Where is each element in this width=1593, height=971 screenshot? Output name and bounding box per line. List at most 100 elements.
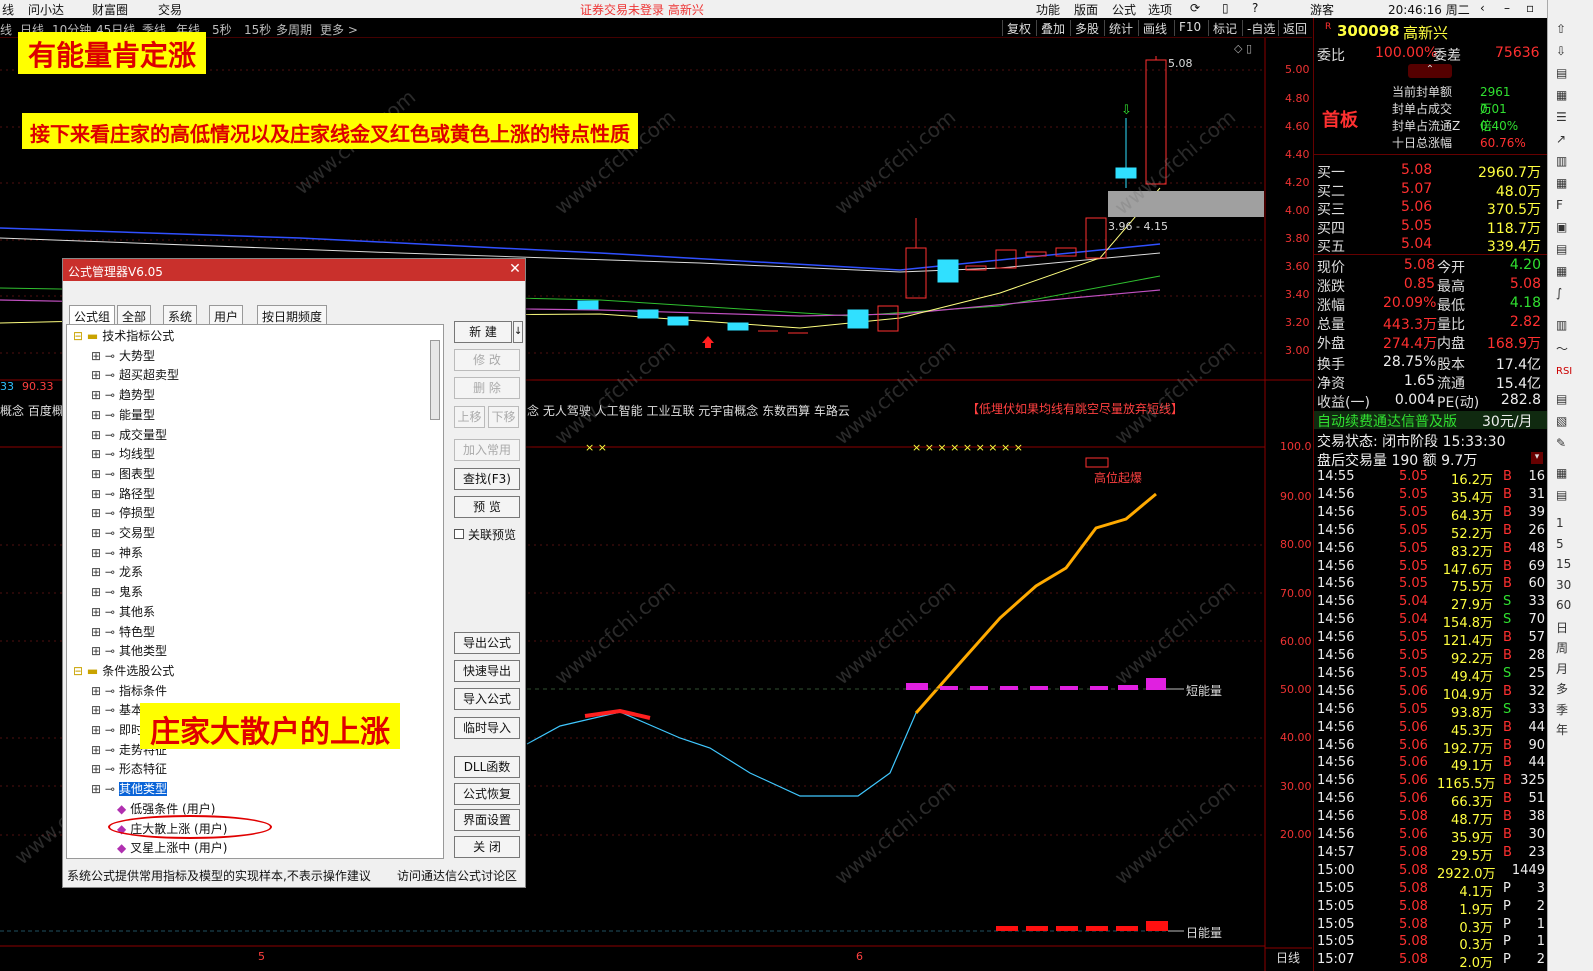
move-up-button[interactable]: 上移 — [454, 406, 485, 428]
stock-code[interactable]: 300098 — [1337, 22, 1400, 40]
side-period-button[interactable]: 日 — [1556, 619, 1568, 636]
tree-node[interactable]: ⊞ ⊸ 超买超卖型 — [91, 366, 179, 384]
tree-node[interactable]: ⊞ ⊸ 能量型 — [91, 406, 155, 424]
bid-row[interactable]: 买三 5.06 370.5万 — [1317, 199, 1545, 218]
bid-row[interactable]: 买二 5.07 48.0万 — [1317, 181, 1545, 200]
trend-icon[interactable]: ↗ — [1556, 132, 1566, 146]
expand-icon[interactable]: ⌃ — [1408, 64, 1452, 78]
tree-node[interactable]: ⊞ ⊸ 即时 — [91, 721, 143, 739]
tree-node[interactable]: ⊞ ⊸ 指标条件 — [91, 682, 167, 700]
login-notice[interactable]: 证券交易未登录 高新兴 — [580, 1, 704, 18]
side-period-button[interactable]: 多 — [1556, 680, 1568, 697]
tree-node[interactable]: ⊞ ⊸ 趋势型 — [91, 386, 155, 404]
menu-item[interactable]: 交易 — [158, 1, 182, 18]
up-arrow-icon[interactable]: ⇧ — [1556, 22, 1566, 36]
phone-icon[interactable]: ▯ — [1222, 1, 1229, 15]
tab-all[interactable]: 全部 — [117, 305, 152, 325]
quick-export-button[interactable]: 快速导出 — [454, 660, 520, 682]
tree-node[interactable]: ⊟ ▬ 条件选股公式 — [73, 662, 174, 680]
tool-button[interactable]: 标记 — [1208, 20, 1241, 36]
tree-node[interactable]: ⊞ ⊸ 神系 — [91, 544, 143, 562]
f10-icon[interactable]: F — [1556, 198, 1563, 212]
tree-node[interactable]: ⊞ ⊸ 其他类型 — [91, 642, 167, 660]
side-period-button[interactable]: 月 — [1556, 660, 1568, 677]
close-icon[interactable]: ✕ — [507, 261, 523, 277]
temp-import-button[interactable]: 临时导入 — [454, 717, 520, 739]
bid-row[interactable]: 买一 5.08 2960.7万 — [1317, 162, 1545, 181]
import-button[interactable]: 导入公式 — [454, 688, 520, 710]
side-period-button[interactable]: 30 — [1556, 578, 1571, 592]
find-button[interactable]: 查找(F3) — [454, 468, 520, 490]
ui-settings-button[interactable]: 界面设置 — [454, 809, 520, 831]
kline-icon[interactable]: ▥ — [1556, 318, 1567, 332]
tools-icon[interactable]: ▦ — [1556, 466, 1567, 480]
menu-item[interactable]: 版面 — [1074, 1, 1098, 18]
tree-node[interactable]: ⊞ ⊸ 龙系 — [91, 563, 143, 581]
grid-icon[interactable]: ▦ — [1556, 88, 1567, 102]
restore-button[interactable]: 公式恢复 — [454, 783, 520, 805]
menu-item[interactable]: 功能 — [1036, 1, 1060, 18]
tab-user[interactable]: 用户 — [209, 305, 244, 325]
new-dropdown-icon[interactable]: ↓ — [513, 321, 523, 343]
tree-node[interactable]: ⊞ ⊸ 大势型 — [91, 347, 155, 365]
menu-item[interactable]: 问小达 — [28, 1, 64, 18]
info-icon[interactable]: ▣ — [1556, 220, 1567, 234]
tick-list[interactable]: 14:55 5.05 16.2万 B 16 14:56 5.05 35.4万 B 31 14:56 5… — [1314, 469, 1547, 969]
tree-node[interactable]: ⊞ ⊸ 形态特征 — [91, 760, 167, 778]
period-item[interactable]: 线 — [0, 21, 12, 38]
side-period-button[interactable]: 季 — [1556, 701, 1568, 718]
collapse-icon[interactable]: ▾ — [1531, 452, 1543, 464]
export-icon[interactable]: ▤ — [1556, 488, 1567, 502]
side-period-button[interactable]: 1 — [1556, 516, 1564, 530]
forum-link[interactable]: 访问通达信公式讨论区 — [397, 867, 517, 884]
bid-row[interactable]: 买五 5.04 339.4万 — [1317, 236, 1545, 255]
back-icon[interactable]: ‹ — [1480, 1, 1485, 15]
side-period-button[interactable]: 周 — [1556, 639, 1568, 656]
bar-icon[interactable]: ▥ — [1556, 154, 1567, 168]
tool-button[interactable]: 画线 — [1138, 20, 1171, 36]
tool-button[interactable]: 复权 — [1002, 20, 1035, 36]
tree-node[interactable]: ◆ 叉星上涨中 (用户) — [117, 839, 227, 857]
user-label[interactable]: 游客 — [1310, 1, 1334, 18]
chart-icon[interactable]: ▤ — [1556, 66, 1567, 80]
table-icon[interactable]: ▦ — [1556, 176, 1567, 190]
tab-system[interactable]: 系统 — [163, 305, 198, 325]
modify-button[interactable]: 修 改 — [454, 349, 520, 371]
pen-icon[interactable]: ✎ — [1556, 436, 1566, 450]
period-item-more[interactable]: 更多 > — [320, 21, 358, 38]
dialog-title[interactable]: 公式管理器V6.05 — [63, 259, 525, 281]
preview-button[interactable]: 预 览 — [454, 496, 520, 518]
tool-button[interactable]: F10 — [1174, 20, 1205, 36]
menu-item[interactable]: 选项 — [1148, 1, 1172, 18]
delete-button[interactable]: 删 除 — [454, 377, 520, 399]
tree-node[interactable]: ⊞ ⊸ 基本 — [91, 701, 143, 719]
export-button[interactable]: 导出公式 — [454, 632, 520, 654]
stat-icon[interactable]: ▤ — [1556, 392, 1567, 406]
tool-button[interactable]: 返回 — [1278, 20, 1311, 36]
calendar-icon[interactable]: ▦ — [1556, 264, 1567, 278]
tree-scrollbar[interactable] — [430, 340, 440, 420]
tree-node[interactable]: ⊞ ⊸ 特色型 — [91, 623, 155, 641]
tool-button[interactable]: 叠加 — [1036, 20, 1069, 36]
tool-button[interactable]: -自选 — [1242, 20, 1279, 36]
stock-name[interactable]: 高新兴 — [1403, 22, 1448, 43]
tree-node[interactable]: ⊞ ⊸ 图表型 — [91, 465, 155, 483]
tree-node[interactable]: ⊟ ▬ 技术指标公式 — [73, 327, 174, 345]
tree-node[interactable]: ⊞ ⊸ 停损型 — [91, 504, 155, 522]
period-item[interactable]: 5秒 — [212, 21, 232, 38]
side-period-button[interactable]: 15 — [1556, 557, 1571, 571]
tab-date-frequency[interactable]: 按日期频度 — [257, 305, 328, 325]
tree-node[interactable]: ⊞ ⊸ 成交量型 — [91, 426, 167, 444]
linked-preview-checkbox[interactable]: 关联预览 — [454, 526, 516, 543]
period-item[interactable]: 15秒 — [244, 21, 271, 38]
tool-button[interactable]: 多股 — [1070, 20, 1103, 36]
menu-item[interactable]: 财富圈 — [92, 1, 128, 18]
tab-formula-group[interactable]: 公式组 — [69, 305, 116, 325]
chart-settings-icon[interactable]: ◇ ▯ — [1234, 42, 1252, 55]
tree-node[interactable]: ⊞ ⊸ 其他类型 — [91, 780, 167, 798]
close-button[interactable]: 关 闭 — [454, 836, 520, 858]
refresh-icon[interactable]: ⟳ — [1190, 1, 1200, 15]
menu-item[interactable]: 线 — [2, 1, 14, 18]
down-arrow-icon[interactable]: ⇩ — [1556, 44, 1566, 58]
menu-item[interactable]: 公式 — [1112, 1, 1136, 18]
